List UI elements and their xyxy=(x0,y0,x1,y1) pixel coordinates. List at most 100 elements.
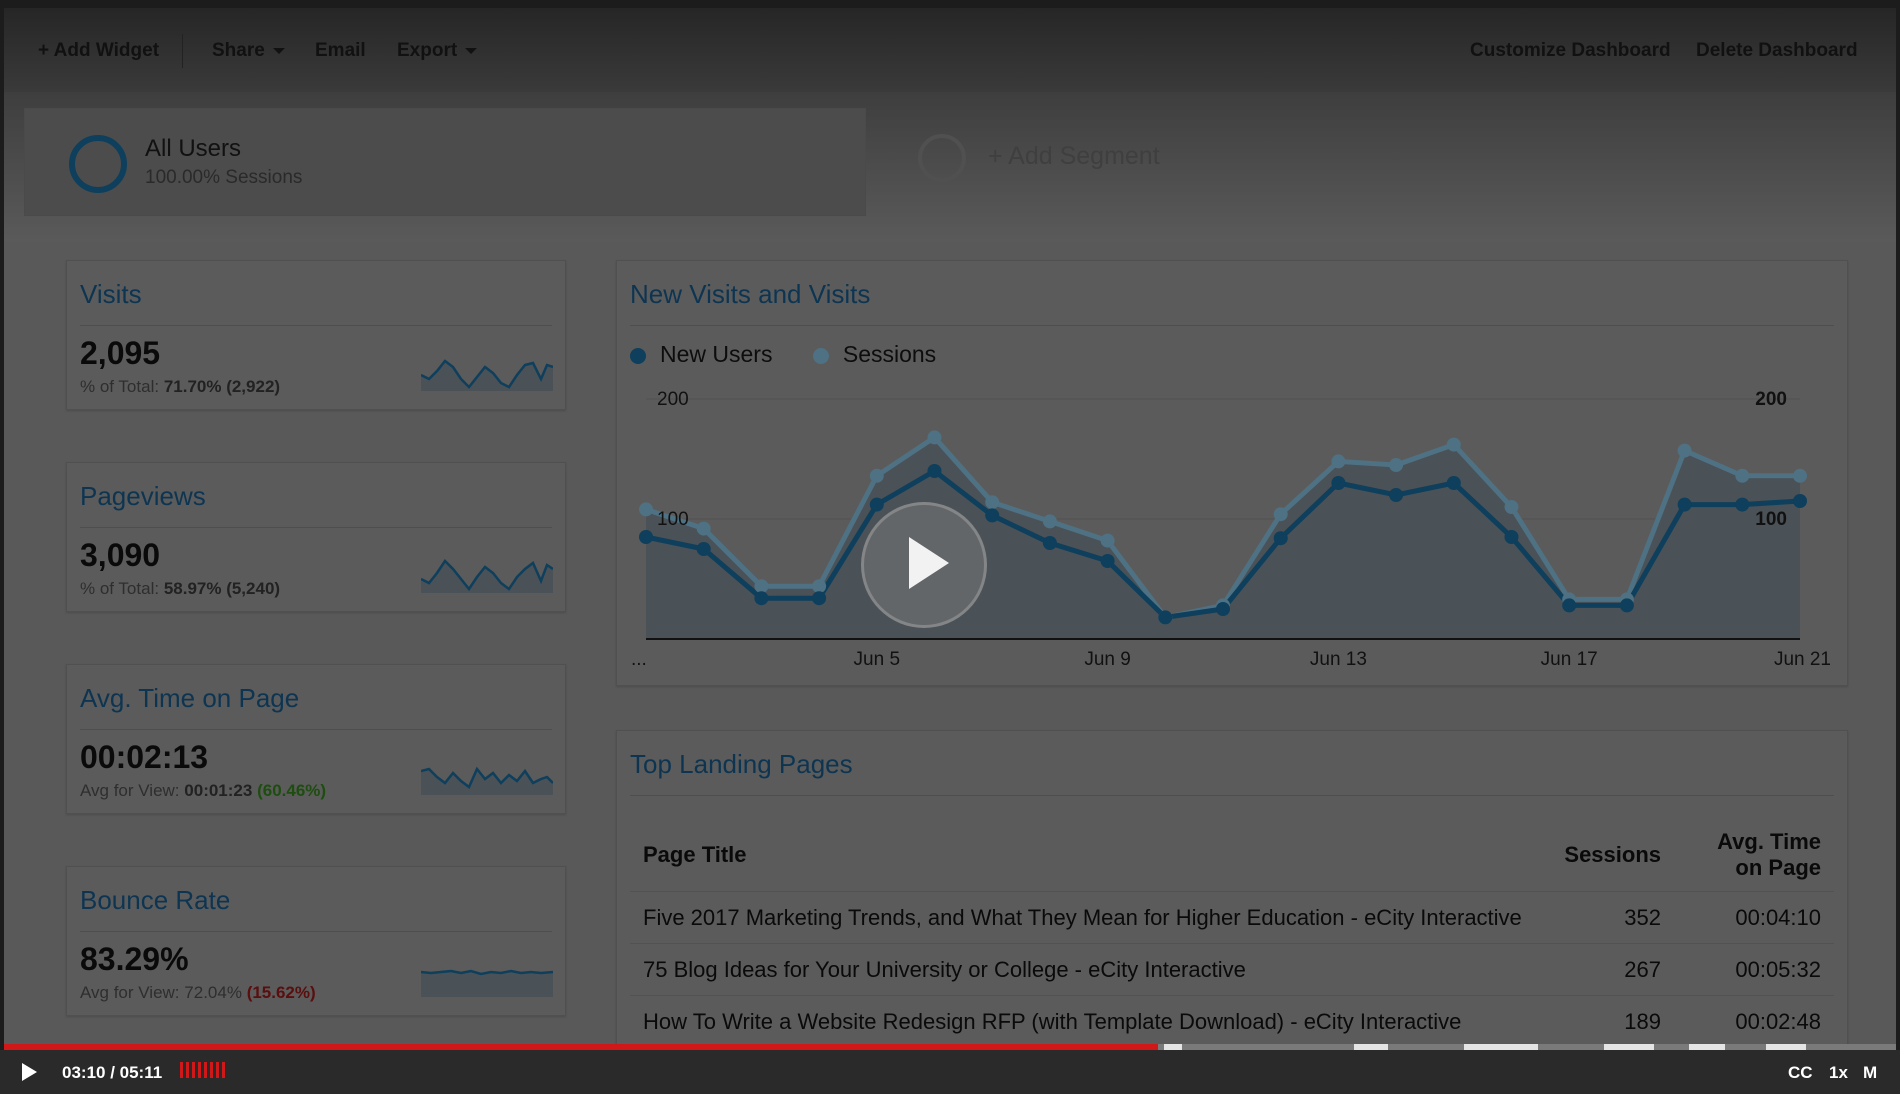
data-point-new-users[interactable] xyxy=(754,591,769,606)
sparkline xyxy=(421,359,553,391)
data-point-sessions[interactable] xyxy=(1735,468,1750,483)
data-point-new-users[interactable] xyxy=(1446,476,1461,490)
chart-card: New Visits and Visits New Users Sessions… xyxy=(616,260,1848,686)
y-tick-label-left: 100 xyxy=(657,509,689,530)
data-point-sessions[interactable] xyxy=(1331,454,1346,469)
metric-sub-value: 71.70% (2,922) xyxy=(163,377,281,396)
cell-page-title[interactable]: How To Write a Website Redesign RFP (wit… xyxy=(630,995,1538,1044)
data-point-new-users[interactable] xyxy=(1158,610,1173,625)
metric-sub-label: % of Total: xyxy=(80,579,160,598)
cell-page-title[interactable]: 75 Blog Ideas for Your University or Col… xyxy=(630,943,1538,996)
cell-avg-time: 00:04:10 xyxy=(1674,891,1834,944)
share-menu[interactable]: Share xyxy=(212,40,285,62)
export-menu[interactable]: Export xyxy=(397,40,478,62)
y-tick-label-left: 200 xyxy=(657,389,689,410)
data-point-sessions[interactable] xyxy=(1100,533,1115,548)
speed-button[interactable]: 1x xyxy=(1829,1063,1848,1083)
data-point-new-users[interactable] xyxy=(1389,488,1404,502)
data-point-new-users[interactable] xyxy=(1504,530,1519,544)
header-avg-time[interactable]: Avg. Time on Page xyxy=(1674,819,1834,892)
captions-button[interactable]: CC xyxy=(1788,1063,1813,1083)
chevron-down-icon xyxy=(465,47,478,54)
cell-page-title[interactable]: Five 2017 Marketing Trends, and What The… xyxy=(630,891,1538,944)
export-label: Export xyxy=(397,40,458,61)
video-stage[interactable]: + Add Widget Share Email Export Customiz… xyxy=(4,8,1896,1044)
card-divider xyxy=(80,729,552,730)
menu-button[interactable]: M xyxy=(1863,1063,1877,1083)
metric-title: Avg. Time on Page xyxy=(80,683,300,713)
email-button[interactable]: Email xyxy=(315,40,366,62)
table-row[interactable]: How To Write a Website Redesign RFP (wit… xyxy=(630,995,1834,1044)
data-point-sessions[interactable] xyxy=(1793,468,1807,483)
card-divider xyxy=(80,325,552,326)
data-point-new-users[interactable] xyxy=(1562,598,1577,613)
data-point-sessions[interactable] xyxy=(927,430,942,445)
table-header-row: Page Title Sessions Avg. Time on Page xyxy=(630,819,1834,892)
toolbar-divider xyxy=(182,34,183,68)
metric-sub-value: 58.97% (5,240) xyxy=(163,579,281,598)
metric-subtext: Avg for View: 72.04% (15.62%) xyxy=(80,983,316,1003)
add-widget-button[interactable]: + Add Widget xyxy=(38,40,159,62)
video-play-button[interactable] xyxy=(861,502,987,628)
metric-card-avg-time: Avg. Time on Page 00:02:13 Avg for View:… xyxy=(66,664,566,814)
data-point-sessions[interactable] xyxy=(869,468,884,483)
data-point-new-users[interactable] xyxy=(1331,476,1346,490)
data-point-new-users[interactable] xyxy=(1793,494,1807,508)
data-point-sessions[interactable] xyxy=(754,579,769,594)
cell-sessions: 189 xyxy=(1538,995,1674,1044)
metric-value: 2,095 xyxy=(80,335,161,371)
line-chart[interactable]: 200 100 200 100... Jun 5 Jun 9 Jun 13 Jun 17 Jun… xyxy=(617,261,1847,685)
metric-sub-label: % of Total: xyxy=(80,377,160,396)
table-row[interactable]: 75 Blog Ideas for Your University or Col… xyxy=(630,943,1834,996)
data-point-sessions[interactable] xyxy=(639,502,653,517)
sparkline xyxy=(421,559,553,593)
metric-sub-value: 72.04% xyxy=(184,983,242,1002)
data-point-new-users[interactable] xyxy=(1042,536,1057,550)
y-tick-label-right: 100 xyxy=(1755,509,1787,530)
segment-all-users[interactable]: All Users 100.00% Sessions xyxy=(24,108,866,216)
data-point-new-users[interactable] xyxy=(985,508,1000,523)
data-point-new-users[interactable] xyxy=(696,542,711,556)
metric-subtext: Avg for View: 00:01:23 (60.46%) xyxy=(80,781,326,801)
data-point-new-users[interactable] xyxy=(1273,531,1288,546)
data-point-sessions[interactable] xyxy=(696,521,711,536)
data-point-new-users[interactable] xyxy=(639,530,653,544)
header-sessions[interactable]: Sessions xyxy=(1538,819,1674,892)
metric-title: Pageviews xyxy=(80,481,206,511)
sparkline xyxy=(421,969,553,997)
data-point-new-users[interactable] xyxy=(1216,602,1230,616)
data-point-new-users[interactable] xyxy=(869,497,884,512)
header-page-title[interactable]: Page Title xyxy=(630,819,1538,892)
play-icon xyxy=(909,537,949,589)
add-segment-button[interactable]: + Add Segment xyxy=(988,142,1160,171)
x-tick-label: Jun 5 xyxy=(854,649,900,670)
x-tick-label: Jun 13 xyxy=(1310,649,1367,670)
share-label: Share xyxy=(212,40,265,61)
data-point-sessions[interactable] xyxy=(1389,458,1404,472)
data-point-new-users[interactable] xyxy=(1735,497,1750,512)
table-row[interactable]: Five 2017 Marketing Trends, and What The… xyxy=(630,891,1834,944)
data-point-sessions[interactable] xyxy=(812,579,827,594)
play-icon[interactable] xyxy=(22,1063,37,1081)
data-point-new-users[interactable] xyxy=(1100,554,1115,568)
volume-icon[interactable] xyxy=(180,1062,228,1080)
data-point-sessions[interactable] xyxy=(1273,507,1288,522)
data-point-new-users[interactable] xyxy=(812,591,827,606)
delete-dashboard-button[interactable]: Delete Dashboard xyxy=(1696,40,1858,62)
metric-title: Bounce Rate xyxy=(80,885,231,915)
data-point-sessions[interactable] xyxy=(1677,443,1692,458)
data-point-new-users[interactable] xyxy=(1677,497,1692,512)
data-point-sessions[interactable] xyxy=(1042,514,1057,529)
data-point-sessions[interactable] xyxy=(1504,500,1519,514)
metric-subtext: % of Total: 58.97% (5,240) xyxy=(80,579,280,599)
cell-sessions: 352 xyxy=(1538,891,1674,944)
data-point-new-users[interactable] xyxy=(927,464,942,478)
data-point-sessions[interactable] xyxy=(1446,437,1461,452)
x-tick-label: ... xyxy=(631,649,647,670)
data-point-sessions[interactable] xyxy=(985,495,1000,510)
card-divider xyxy=(80,931,552,932)
metric-card-visits: Visits 2,095 % of Total: 71.70% (2,922) xyxy=(66,260,566,410)
data-point-new-users[interactable] xyxy=(1619,598,1634,613)
customize-dashboard-button[interactable]: Customize Dashboard xyxy=(1470,40,1671,62)
landing-pages-table: Page Title Sessions Avg. Time on Page Fi… xyxy=(630,819,1834,1044)
